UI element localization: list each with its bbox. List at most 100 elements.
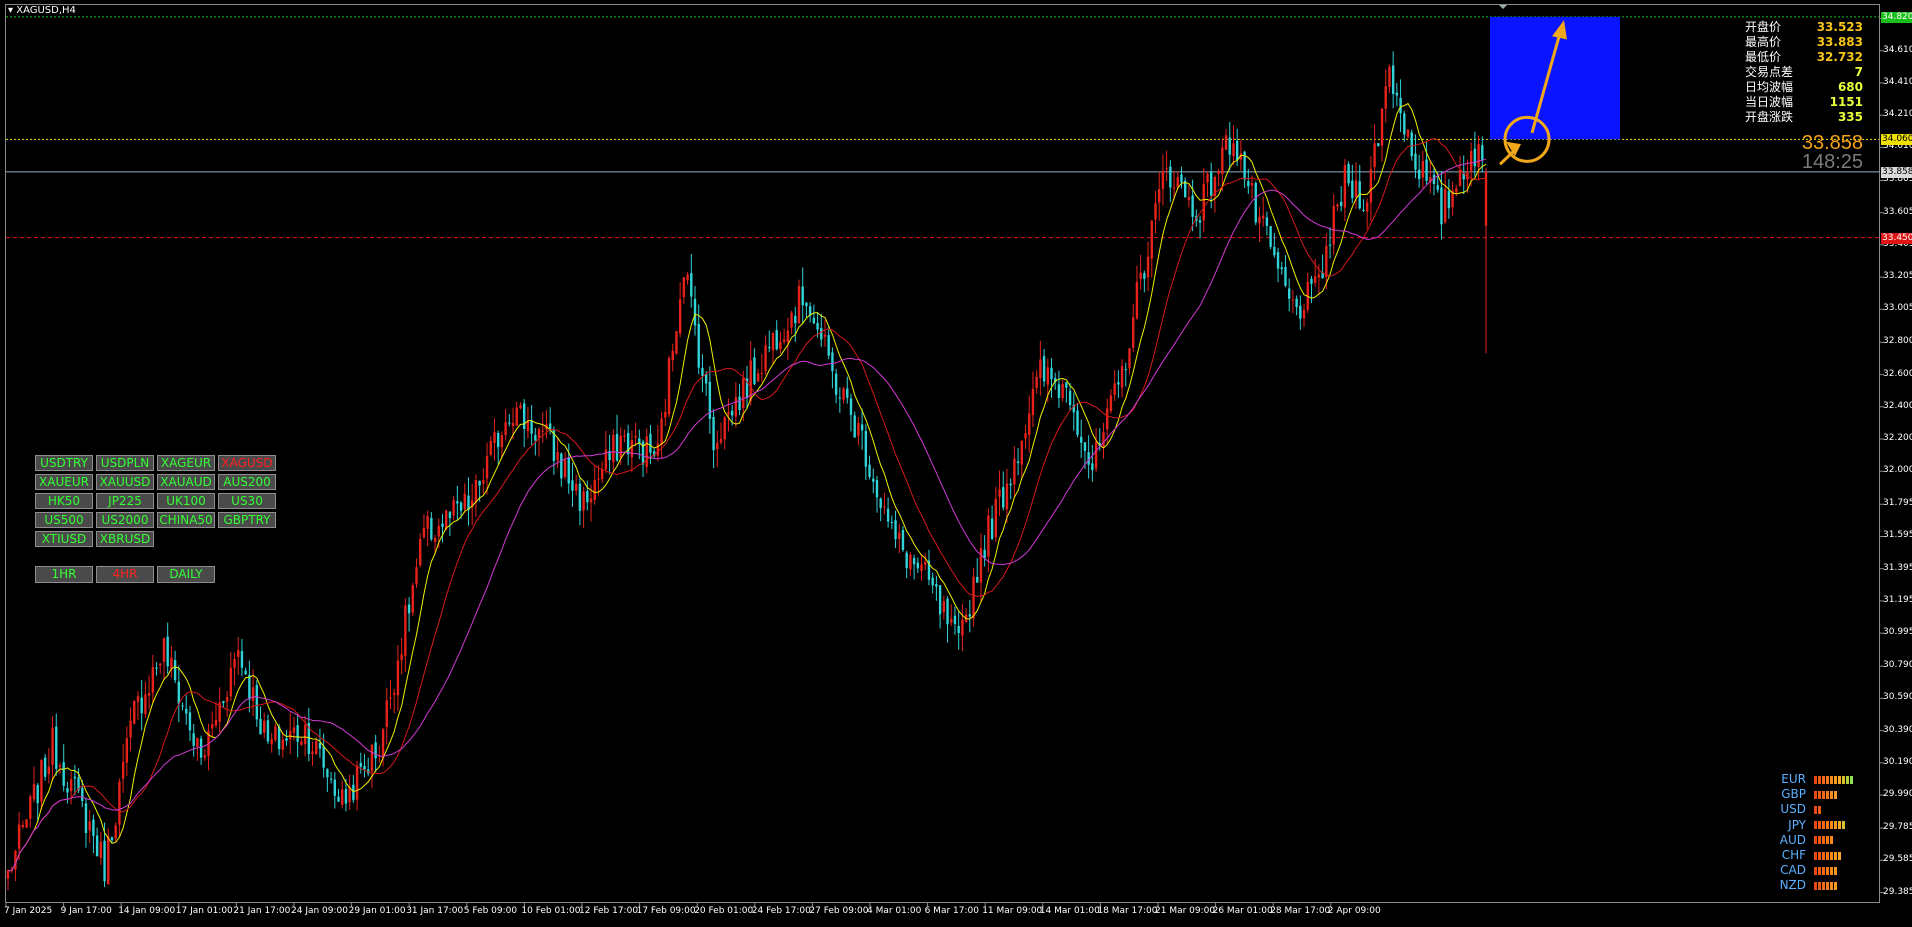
symbol-button-us500[interactable]: US500 bbox=[35, 512, 93, 528]
time-axis-label: 14 Jan 09:00 bbox=[118, 906, 176, 916]
plot-area-border bbox=[5, 4, 1880, 903]
strength-bars bbox=[1814, 790, 1837, 799]
strength-bar-segment bbox=[1834, 851, 1837, 860]
symbol-button-xbrusd[interactable]: XBRUSD bbox=[96, 531, 154, 547]
price-axis-label: 29.785 bbox=[1883, 822, 1912, 833]
symbol-button-us2000[interactable]: US2000 bbox=[96, 512, 154, 528]
strength-bar-segment bbox=[1838, 821, 1841, 830]
price-axis-label: 30.390 bbox=[1883, 724, 1912, 735]
timeframe-button-daily[interactable]: DAILY bbox=[157, 566, 215, 583]
symbol-button-hk50[interactable]: HK50 bbox=[35, 493, 93, 509]
currency-strength-row: GBP bbox=[1778, 787, 1853, 802]
strength-bar-segment bbox=[1814, 851, 1817, 860]
time-axis-label: 4 Mar 01:00 bbox=[867, 906, 922, 916]
info-panel-row: 最低价 32.732 bbox=[1745, 50, 1863, 65]
strength-bar-segment bbox=[1818, 836, 1821, 845]
price-axis-label: 29.385 bbox=[1883, 886, 1912, 897]
chart-title-text: XAGUSD,H4 bbox=[16, 5, 76, 16]
strength-bar-segment bbox=[1842, 821, 1845, 830]
time-axis-label: 7 Jan 2025 bbox=[4, 906, 53, 916]
info-panel-value: 7 bbox=[1854, 65, 1863, 79]
currency-strength-meter: EUR GBP USD JPY AUD CHF CAD NZD bbox=[1778, 772, 1853, 894]
strength-bar-segment bbox=[1834, 821, 1837, 830]
symbol-button-xauaud[interactable]: XAUAUD bbox=[157, 474, 215, 490]
strength-bar-segment bbox=[1826, 836, 1829, 845]
time-axis-label: 5 Feb 09:00 bbox=[463, 906, 518, 916]
strength-bar-segment bbox=[1814, 790, 1817, 799]
time-axis-label: 20 Feb 01:00 bbox=[694, 906, 754, 916]
strength-bar-segment bbox=[1818, 790, 1821, 799]
currency-strength-row: CAD bbox=[1778, 863, 1853, 878]
price-axis-label: 31.195 bbox=[1883, 594, 1912, 605]
triangle-down-icon[interactable]: ▾ bbox=[8, 5, 13, 16]
symbol-button-china50[interactable]: CHINA50 bbox=[157, 512, 215, 528]
info-panel-value: 32.732 bbox=[1816, 50, 1863, 64]
strength-bar-segment bbox=[1826, 851, 1829, 860]
timeframe-button-1hr[interactable]: 1HR bbox=[35, 566, 93, 583]
strength-bar-segment bbox=[1826, 775, 1829, 784]
symbol-button-xageur[interactable]: XAGEUR bbox=[157, 455, 215, 471]
currency-strength-row: AUD bbox=[1778, 833, 1853, 848]
info-panel-row: 开盘涨跌 335 bbox=[1745, 110, 1863, 125]
timeframe-button-4hr[interactable]: 4HR bbox=[96, 566, 154, 583]
strength-bar-segment bbox=[1838, 775, 1841, 784]
price-axis-label: 33.605 bbox=[1883, 206, 1912, 217]
strength-bar-segment bbox=[1822, 836, 1825, 845]
price-axis-label: 29.990 bbox=[1883, 789, 1912, 800]
currency-label: USD bbox=[1780, 802, 1806, 817]
strength-bar-segment bbox=[1838, 851, 1841, 860]
strength-bars bbox=[1814, 836, 1833, 845]
strength-bars bbox=[1814, 881, 1837, 890]
strength-bars bbox=[1814, 866, 1837, 875]
strength-bars bbox=[1814, 775, 1853, 784]
symbol-button-xauusd[interactable]: XAUUSD bbox=[96, 474, 154, 490]
price-axis-label: 30.995 bbox=[1883, 627, 1912, 638]
symbol-button-xaueur[interactable]: XAUEUR bbox=[35, 474, 93, 490]
symbol-button-uk100[interactable]: UK100 bbox=[157, 493, 215, 509]
symbol-button-usdtry[interactable]: USDTRY bbox=[35, 455, 93, 471]
strength-bar-segment bbox=[1814, 836, 1817, 845]
price-axis-label: 30.190 bbox=[1883, 756, 1912, 767]
time-axis-label: 24 Jan 09:00 bbox=[291, 906, 348, 916]
strength-bar-segment bbox=[1814, 805, 1817, 814]
time-axis-label: 10 Feb 01:00 bbox=[521, 906, 581, 916]
strength-bar-segment bbox=[1822, 821, 1825, 830]
strength-bar-segment bbox=[1834, 775, 1837, 784]
time-axis-label: 29 Jan 01:00 bbox=[348, 906, 406, 916]
info-panel-value: 335 bbox=[1837, 110, 1863, 124]
info-panel-label: 最高价 bbox=[1745, 35, 1782, 49]
symbol-button-xtiusd[interactable]: XTIUSD bbox=[35, 531, 93, 547]
strength-bar-segment bbox=[1826, 881, 1829, 890]
strength-bar-segment bbox=[1830, 790, 1833, 799]
symbol-button-jp225[interactable]: JP225 bbox=[96, 493, 154, 509]
currency-label: GBP bbox=[1781, 787, 1806, 802]
info-panel-value: 1151 bbox=[1829, 95, 1863, 109]
symbol-button-us30[interactable]: US30 bbox=[218, 493, 276, 509]
strength-bar-segment bbox=[1818, 805, 1821, 814]
strength-bar-segment bbox=[1814, 775, 1817, 784]
chart-symbol-title: ▾ XAGUSD,H4 bbox=[8, 5, 76, 16]
strength-bar-segment bbox=[1826, 866, 1829, 875]
strength-bar-segment bbox=[1822, 866, 1825, 875]
strength-bar-segment bbox=[1842, 775, 1845, 784]
info-panel-value: 680 bbox=[1837, 80, 1863, 94]
symbol-button-aus200[interactable]: AUS200 bbox=[218, 474, 276, 490]
info-panel-label: 日均波幅 bbox=[1745, 80, 1794, 94]
price-axis-label: 33.205 bbox=[1883, 271, 1912, 282]
strength-bar-segment bbox=[1814, 866, 1817, 875]
info-panel-value: 33.883 bbox=[1816, 35, 1863, 49]
price-axis-label: 33.005 bbox=[1883, 303, 1912, 314]
chart-window[interactable]: ▾ XAGUSD,H4 开盘价 33.523 最高价 33.883 最低价 32.732 交… bbox=[0, 0, 1912, 927]
currency-label: CAD bbox=[1780, 863, 1806, 878]
time-axis-label: 21 Mar 09:00 bbox=[1155, 906, 1216, 916]
symbol-button-gbptry[interactable]: GBPTRY bbox=[218, 512, 276, 528]
strength-bar-segment bbox=[1818, 881, 1821, 890]
price-axis-label: 31.795 bbox=[1883, 498, 1912, 509]
info-panel-value: 33.523 bbox=[1816, 20, 1863, 34]
strength-bar-segment bbox=[1822, 881, 1825, 890]
symbol-button-xagusd[interactable]: XAGUSD bbox=[218, 455, 276, 471]
price-axis-label: 34.210 bbox=[1883, 109, 1912, 120]
info-panel-label: 开盘价 bbox=[1745, 20, 1782, 34]
price-axis-label: 32.400 bbox=[1883, 400, 1912, 411]
symbol-button-usdpln[interactable]: USDPLN bbox=[96, 455, 154, 471]
